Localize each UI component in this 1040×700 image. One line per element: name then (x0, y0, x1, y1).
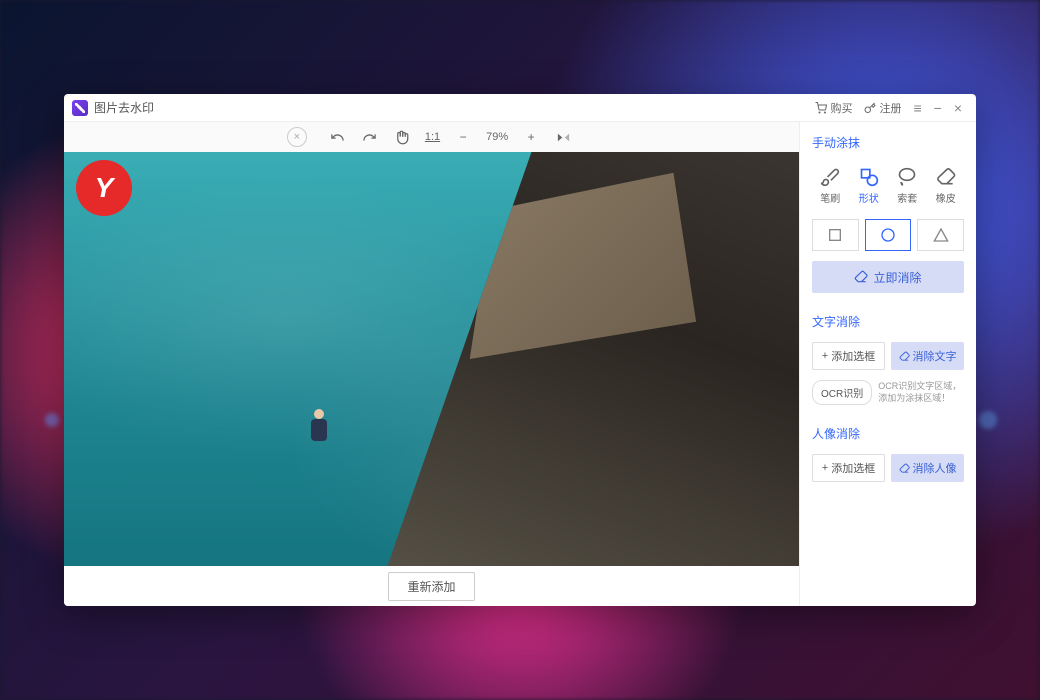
app-title: 图片去水印 (94, 99, 154, 116)
undo-button[interactable] (325, 124, 351, 150)
hand-icon (394, 130, 409, 145)
minimize-button[interactable]: − (928, 100, 948, 116)
plus-icon: + (822, 462, 828, 474)
circle-shape[interactable] (865, 219, 912, 251)
brush-tool[interactable]: 笔刷 (812, 163, 849, 209)
titlebar: 图片去水印 购买 注册 ≡ − × (64, 94, 976, 122)
image-canvas[interactable]: Y (64, 152, 799, 566)
lasso-icon (897, 167, 917, 187)
add-person-box-button[interactable]: +添加选框 (812, 454, 885, 482)
plus-icon: + (822, 350, 828, 362)
flip-icon (556, 130, 571, 145)
circle-icon (880, 227, 896, 243)
erase-now-button[interactable]: 立即消除 (812, 261, 964, 293)
rect-shape[interactable] (812, 219, 859, 251)
shape-row (812, 219, 964, 251)
clear-button[interactable]: × (287, 127, 307, 147)
redo-button[interactable] (357, 124, 383, 150)
eraser-icon (899, 463, 910, 474)
main-panel: × 1:1 − 79% + Y 重新添加 (64, 122, 800, 606)
manual-section-title: 手动涂抹 (812, 132, 964, 153)
brush-icon (820, 167, 840, 187)
zoom-out-button[interactable]: − (450, 124, 476, 150)
flip-button[interactable] (550, 124, 576, 150)
app-icon (72, 100, 88, 116)
triangle-shape[interactable] (917, 219, 964, 251)
brush-tool-row: 笔刷 形状 索套 橡皮 (812, 163, 964, 209)
zoom-level[interactable]: 79% (482, 124, 512, 150)
erase-person-button[interactable]: 消除人像 (891, 454, 964, 482)
bottom-bar: 重新添加 (64, 566, 799, 606)
sparkle-icon (854, 270, 868, 284)
eraser-icon (936, 167, 956, 187)
shape-tool[interactable]: 形状 (851, 163, 888, 209)
triangle-icon (933, 227, 949, 243)
cart-icon (815, 102, 827, 114)
ocr-button[interactable]: OCR识别 (812, 380, 872, 405)
redo-icon (362, 130, 377, 145)
menu-button[interactable]: ≡ (907, 100, 927, 116)
add-text-box-button[interactable]: +添加选框 (812, 342, 885, 370)
erase-text-button[interactable]: 消除文字 (891, 342, 964, 370)
eraser-tool[interactable]: 橡皮 (928, 163, 965, 209)
zoom-in-button[interactable]: + (518, 124, 544, 150)
close-button[interactable]: × (948, 100, 968, 116)
text-section-title: 文字消除 (812, 311, 964, 332)
key-icon (864, 102, 876, 114)
person-section-title: 人像消除 (812, 423, 964, 444)
image-content (299, 409, 339, 459)
lasso-tool[interactable]: 索套 (889, 163, 926, 209)
undo-icon (330, 130, 345, 145)
square-icon (827, 227, 843, 243)
ratio-button[interactable]: 1:1 (421, 124, 444, 150)
shape-icon (859, 167, 879, 187)
ocr-hint: OCR识别文字区域，添加为涂抹区域！ (878, 381, 964, 404)
side-panel: 手动涂抹 笔刷 形状 索套 橡皮 (800, 122, 976, 606)
pan-button[interactable] (389, 124, 415, 150)
register-button[interactable]: 注册 (858, 100, 907, 116)
eraser-icon (899, 351, 910, 362)
buy-button[interactable]: 购买 (809, 100, 858, 116)
app-window: 图片去水印 购买 注册 ≡ − × × 1:1 − 79% + (64, 94, 976, 606)
watermark-logo: Y (76, 160, 132, 216)
reupload-button[interactable]: 重新添加 (388, 572, 474, 601)
canvas-toolbar: × 1:1 − 79% + (64, 122, 799, 152)
